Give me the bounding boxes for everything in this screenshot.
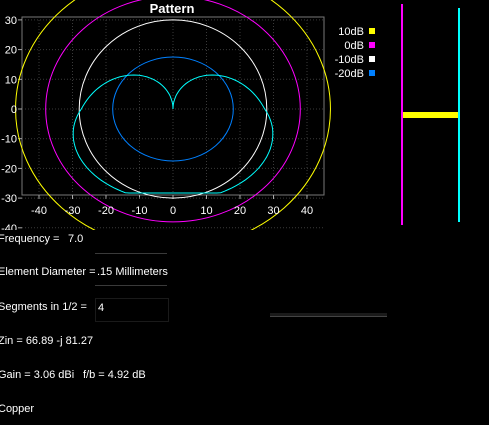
- impedance-readout: Zin = 66.89 -j 81.27: [0, 335, 94, 347]
- y-tick-label: -10: [1, 134, 17, 146]
- segments-label: Segments in 1/2 =: [0, 301, 87, 313]
- diameter-underline: [95, 283, 167, 286]
- y-tick-label: 30: [5, 15, 17, 27]
- x-tick-labels: -40 -30 -20 -10 0 10 20 30 40: [31, 205, 313, 217]
- gauge-level-indicator: [403, 112, 458, 118]
- y-tick-label: 10: [5, 74, 17, 86]
- material-label: Copper: [0, 403, 35, 415]
- y-tick-labels: 403020100-10-20-30-40: [1, 15, 17, 230]
- x-tick-label: 0: [170, 205, 176, 217]
- frequency-underline: [95, 251, 167, 254]
- frequency-value[interactable]: 7.0: [68, 233, 83, 245]
- x-tick-label: -20: [98, 205, 114, 217]
- y-tick-label: -40: [1, 223, 17, 230]
- x-tick-label: -10: [132, 205, 148, 217]
- x-tick-label: -40: [31, 205, 47, 217]
- horizontal-slider[interactable]: [270, 313, 387, 317]
- y-tick-label: -30: [1, 193, 17, 205]
- pattern-plot: Pattern -40 -30 -20 -10 0 10 20 30 40 40 30 20 10 0 -…: [1, 0, 460, 230]
- y-tick-label: 0: [11, 104, 17, 116]
- diameter-label: Element Diameter =: [0, 266, 96, 278]
- gain-readout: Gain = 3.06 dBi: [0, 369, 75, 381]
- legend-swatch: [369, 70, 375, 76]
- legend-swatch: [369, 56, 375, 62]
- legend-swatch: [369, 42, 375, 48]
- x-tick-label: 10: [200, 205, 212, 217]
- legend-swatch: [369, 28, 375, 34]
- chart-title: Pattern: [150, 1, 195, 16]
- x-tick-label: 40: [301, 205, 313, 217]
- frequency-label: Frequency =: [0, 233, 60, 245]
- segments-input-mask: [112, 300, 166, 318]
- y-tick-label: -20: [1, 163, 17, 175]
- front-to-back-readout: f/b = 4.92 dB: [83, 369, 146, 381]
- diameter-field[interactable]: .15 Millimeters: [97, 266, 168, 278]
- y-tick-label: 20: [5, 45, 17, 57]
- x-tick-label: 30: [267, 205, 279, 217]
- x-tick-label: -30: [65, 205, 81, 217]
- x-tick-label: 20: [234, 205, 246, 217]
- legend: 10dB 0dB -10dB -20dB: [335, 26, 375, 80]
- legend-label: -20dB: [335, 68, 364, 80]
- segments-input-box[interactable]: 4: [95, 298, 169, 322]
- legend-label: 0dB: [344, 40, 364, 52]
- legend-label: -10dB: [335, 54, 364, 66]
- legend-label: 10dB: [338, 26, 364, 38]
- segments-value: 4: [98, 302, 105, 314]
